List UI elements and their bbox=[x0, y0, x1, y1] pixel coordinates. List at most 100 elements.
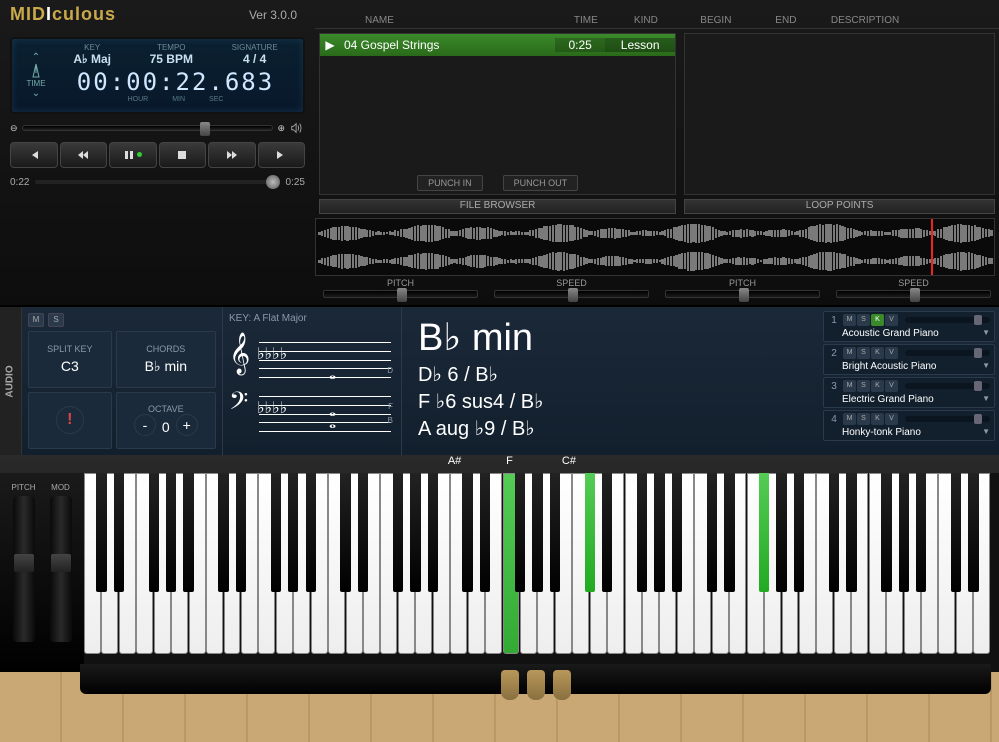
position-slider[interactable] bbox=[35, 180, 279, 184]
black-key[interactable] bbox=[393, 473, 403, 592]
punch-out-button[interactable]: PUNCH OUT bbox=[503, 175, 579, 191]
black-key[interactable] bbox=[916, 473, 926, 592]
v-button[interactable]: V bbox=[885, 347, 898, 359]
k-button[interactable]: K bbox=[871, 314, 884, 326]
black-key[interactable] bbox=[759, 473, 769, 592]
m-button[interactable]: M bbox=[843, 314, 856, 326]
piano-keyboard[interactable] bbox=[84, 473, 999, 672]
m-button[interactable]: M bbox=[843, 380, 856, 392]
black-key[interactable] bbox=[218, 473, 228, 592]
chords-cell[interactable]: CHORDS B♭ min bbox=[116, 331, 216, 388]
black-key[interactable] bbox=[585, 473, 595, 592]
black-key[interactable] bbox=[358, 473, 368, 592]
pitch-wheel[interactable] bbox=[13, 496, 35, 642]
s-button[interactable]: S bbox=[857, 380, 870, 392]
instrument-name[interactable]: Honky-tonk Piano▼ bbox=[828, 427, 990, 438]
black-key[interactable] bbox=[724, 473, 734, 592]
black-key[interactable] bbox=[462, 473, 472, 592]
alert-button[interactable]: ! bbox=[56, 406, 84, 434]
mute-button[interactable]: M bbox=[28, 313, 44, 327]
playhead-marker[interactable] bbox=[931, 219, 933, 275]
black-key[interactable] bbox=[96, 473, 106, 592]
black-key[interactable] bbox=[306, 473, 316, 592]
vol-minus-icon[interactable]: ⊖ bbox=[10, 123, 18, 134]
instrument-volume-slider[interactable] bbox=[905, 416, 990, 422]
instrument-volume-slider[interactable] bbox=[905, 317, 990, 323]
k-button[interactable]: K bbox=[871, 380, 884, 392]
black-key[interactable] bbox=[515, 473, 525, 592]
black-key[interactable] bbox=[236, 473, 246, 592]
black-key[interactable] bbox=[846, 473, 856, 592]
black-key[interactable] bbox=[271, 473, 281, 592]
black-key[interactable] bbox=[410, 473, 420, 592]
instrument-name[interactable]: Electric Grand Piano▼ bbox=[828, 394, 990, 405]
black-key[interactable] bbox=[480, 473, 490, 592]
instrument-name[interactable]: Acoustic Grand Piano▼ bbox=[828, 328, 990, 339]
black-key[interactable] bbox=[340, 473, 350, 592]
black-key[interactable] bbox=[707, 473, 717, 592]
pitch-slider-1[interactable] bbox=[323, 290, 478, 298]
black-key[interactable] bbox=[114, 473, 124, 592]
black-key[interactable] bbox=[654, 473, 664, 592]
speed-slider-1[interactable] bbox=[494, 290, 649, 298]
black-key[interactable] bbox=[951, 473, 961, 592]
octave-down-button[interactable]: - bbox=[134, 414, 156, 436]
instrument-row[interactable]: 2MSKVBright Acoustic Piano▼ bbox=[823, 344, 995, 375]
black-key[interactable] bbox=[149, 473, 159, 592]
instrument-volume-slider[interactable] bbox=[905, 383, 990, 389]
black-key[interactable] bbox=[183, 473, 193, 592]
punch-in-button[interactable]: PUNCH IN bbox=[417, 175, 483, 191]
instrument-volume-slider[interactable] bbox=[905, 350, 990, 356]
instrument-row[interactable]: 1MSKVAcoustic Grand Piano▼ bbox=[823, 311, 995, 342]
m-button[interactable]: M bbox=[843, 413, 856, 425]
k-button[interactable]: K bbox=[871, 413, 884, 425]
k-button[interactable]: K bbox=[871, 347, 884, 359]
black-key[interactable] bbox=[166, 473, 176, 592]
stop-button[interactable] bbox=[159, 142, 207, 168]
instrument-name[interactable]: Bright Acoustic Piano▼ bbox=[828, 361, 990, 372]
s-button[interactable]: S bbox=[857, 347, 870, 359]
audio-tab[interactable]: AUDIO bbox=[0, 307, 22, 455]
black-key[interactable] bbox=[288, 473, 298, 592]
black-key[interactable] bbox=[794, 473, 804, 592]
loop-points-list[interactable] bbox=[684, 33, 995, 195]
split-key-cell[interactable]: SPLIT KEY C3 bbox=[28, 331, 112, 388]
mod-wheel[interactable] bbox=[50, 496, 72, 642]
black-key[interactable] bbox=[532, 473, 542, 592]
pedal-left[interactable] bbox=[501, 670, 519, 700]
m-button[interactable]: M bbox=[843, 347, 856, 359]
black-key[interactable] bbox=[899, 473, 909, 592]
time-down-icon[interactable]: ⌄ bbox=[32, 88, 40, 99]
pedal-center[interactable] bbox=[527, 670, 545, 700]
v-button[interactable]: V bbox=[885, 380, 898, 392]
black-key[interactable] bbox=[428, 473, 438, 592]
black-key[interactable] bbox=[776, 473, 786, 592]
black-key[interactable] bbox=[637, 473, 647, 592]
rewind-button[interactable] bbox=[60, 142, 108, 168]
instrument-row[interactable]: 3MSKVElectric Grand Piano▼ bbox=[823, 377, 995, 408]
time-up-icon[interactable]: ⌃ bbox=[32, 52, 40, 63]
black-key[interactable] bbox=[968, 473, 978, 592]
s-button[interactable]: S bbox=[857, 314, 870, 326]
black-key[interactable] bbox=[550, 473, 560, 592]
pedal-right[interactable] bbox=[553, 670, 571, 700]
next-button[interactable] bbox=[258, 142, 306, 168]
s-button[interactable]: S bbox=[857, 413, 870, 425]
vol-plus-icon[interactable]: ⊕ bbox=[277, 123, 285, 134]
forward-button[interactable] bbox=[208, 142, 256, 168]
prev-button[interactable] bbox=[10, 142, 58, 168]
octave-up-button[interactable]: + bbox=[176, 414, 198, 436]
waveform-display[interactable] bbox=[315, 218, 995, 276]
pitch-slider-2[interactable] bbox=[665, 290, 820, 298]
black-key[interactable] bbox=[602, 473, 612, 592]
black-key[interactable] bbox=[881, 473, 891, 592]
solo-button[interactable]: S bbox=[48, 313, 64, 327]
pause-button[interactable] bbox=[109, 142, 157, 168]
black-key[interactable] bbox=[672, 473, 682, 592]
speed-slider-2[interactable] bbox=[836, 290, 991, 298]
file-row[interactable]: ▶ 04 Gospel Strings 0:25 Lesson bbox=[320, 34, 675, 56]
volume-slider[interactable] bbox=[22, 125, 274, 131]
black-key[interactable] bbox=[829, 473, 839, 592]
v-button[interactable]: V bbox=[885, 413, 898, 425]
speaker-icon[interactable] bbox=[289, 121, 305, 135]
